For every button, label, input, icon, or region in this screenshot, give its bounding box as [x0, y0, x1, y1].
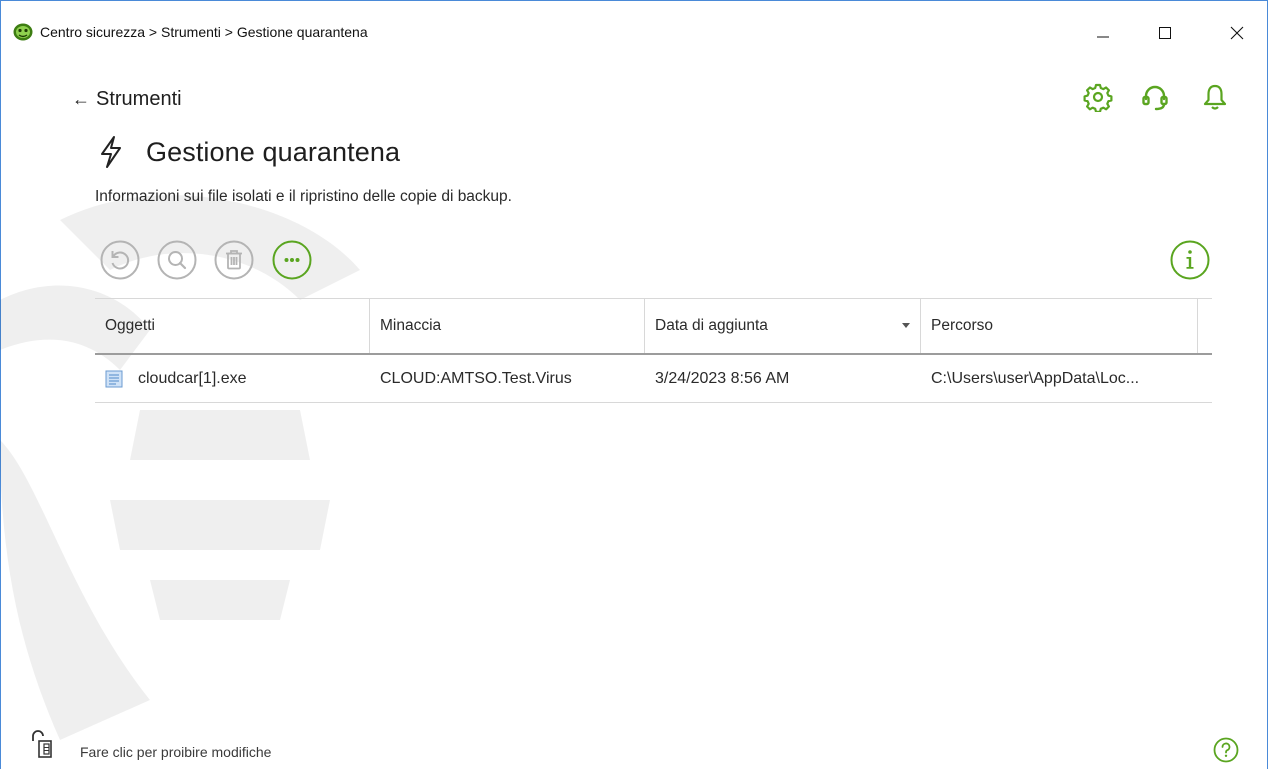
scan-button[interactable] [157, 240, 197, 280]
cell-threat: CLOUD:AMTSO.Test.Virus [380, 369, 572, 387]
column-header-objects[interactable]: Oggetti [95, 299, 370, 353]
delete-button[interactable] [214, 240, 254, 280]
info-icon [1186, 250, 1194, 269]
page-subtitle: Informazioni sui file isolati e il ripri… [95, 188, 512, 205]
more-icon [284, 258, 300, 262]
file-icon [105, 370, 123, 387]
object-name: cloudcar[1].exe [138, 369, 247, 387]
bell-icon[interactable] [1200, 82, 1230, 112]
minimize-icon [1097, 36, 1109, 38]
unlock-icon [32, 730, 52, 758]
back-arrow-icon: ← [72, 89, 90, 109]
restore-icon [111, 251, 130, 270]
help-button[interactable] [1213, 737, 1239, 763]
lightning-icon [101, 136, 121, 168]
gear-icon[interactable] [1083, 82, 1113, 112]
column-header-date-label: Data di aggiunta [655, 317, 768, 334]
lock-button[interactable] [30, 728, 64, 762]
maximize-icon [1159, 27, 1171, 39]
column-header-threat[interactable]: Minaccia [370, 299, 645, 353]
watermark-logo [0, 195, 360, 740]
table-row[interactable]: cloudcar[1].exe CLOUD:AMTSO.Test.Virus 3… [95, 355, 1212, 403]
table-header: Oggetti Minaccia Data di aggiunta Percor… [95, 299, 1212, 355]
info-button[interactable] [1170, 240, 1210, 280]
column-header-date[interactable]: Data di aggiunta [645, 299, 921, 353]
search-icon [168, 251, 187, 270]
quarantine-table: Oggetti Minaccia Data di aggiunta Percor… [95, 298, 1212, 403]
headset-icon[interactable] [1140, 82, 1170, 112]
minimize-button[interactable] [1088, 20, 1118, 46]
app-logo-icon [13, 23, 33, 41]
lock-label[interactable]: Fare clic per proibire modifiche [80, 744, 271, 760]
page-header: Gestione quarantena [98, 135, 400, 169]
cell-empty [1198, 355, 1212, 402]
more-button[interactable] [272, 240, 312, 280]
cell-path: C:\Users\user\AppData\Loc... [931, 369, 1140, 387]
column-header-path[interactable]: Percorso [921, 299, 1198, 353]
column-header-empty [1198, 299, 1212, 353]
close-button[interactable] [1222, 20, 1252, 46]
sort-down-icon [902, 323, 910, 328]
close-icon [1230, 26, 1244, 40]
cell-object: cloudcar[1].exe [95, 355, 370, 402]
cell-date: 3/24/2023 8:56 AM [655, 369, 790, 387]
back-label: Strumenti [96, 88, 182, 110]
trash-icon [226, 250, 242, 270]
maximize-button[interactable] [1150, 20, 1180, 46]
help-icon [1221, 742, 1231, 757]
page-title: Gestione quarantena [146, 136, 401, 167]
title-bar: Centro sicurezza > Strumenti > Gestione … [0, 0, 1268, 64]
back-link[interactable]: ← Strumenti [72, 88, 182, 111]
window-title: Centro sicurezza > Strumenti > Gestione … [40, 24, 368, 40]
restore-button[interactable] [100, 240, 140, 280]
